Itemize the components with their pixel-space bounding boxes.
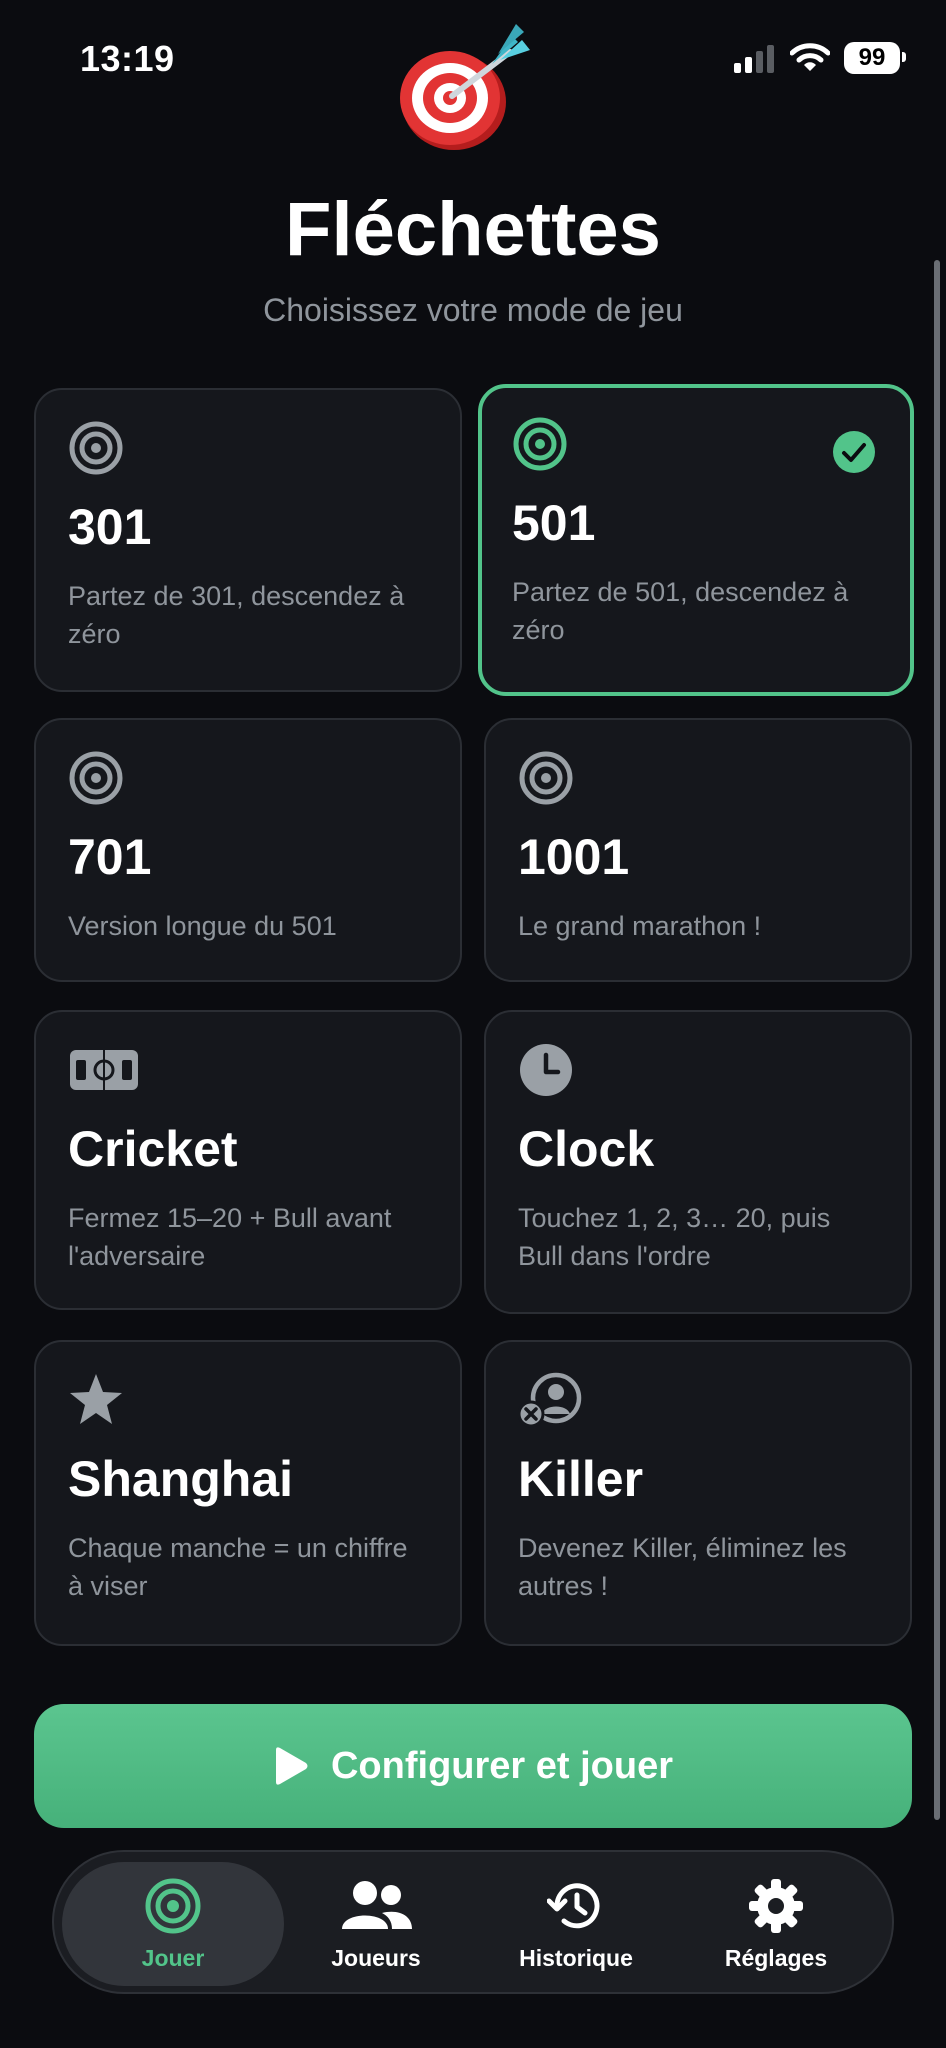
cta-label: Configurer et jouer — [330, 1744, 674, 1787]
mode-card-cricket[interactable]: Cricket Fermez 15–20 + Bull avant l'adve… — [34, 1010, 462, 1310]
mode-card-clock[interactable]: Clock Touchez 1, 2, 3… 20, puis Bull dan… — [484, 1010, 912, 1314]
tab-label: Historique — [519, 1944, 633, 1971]
tab-label: Joueurs — [331, 1944, 421, 1971]
target-icon — [519, 751, 573, 805]
tab-historique[interactable]: Historique — [478, 1862, 674, 1986]
target-icon — [513, 417, 567, 471]
person-x-icon — [518, 1372, 582, 1428]
mode-name: 301 — [68, 499, 152, 555]
mode-description: Chaque manche = un chiffre à viser — [68, 1533, 408, 1601]
mode-description: Touchez 1, 2, 3… 20, puis Bull dans l'or… — [518, 1203, 831, 1271]
wifi-icon — [790, 43, 830, 71]
mode-name: Cricket — [68, 1121, 238, 1177]
tab-joueurs[interactable]: Joueurs — [278, 1862, 474, 1986]
page-subtitle: Choisissez votre mode de jeu — [263, 292, 683, 328]
tab-jouer[interactable]: Jouer — [62, 1862, 284, 1986]
mode-description: Partez de 301, descendez à zéro — [68, 581, 405, 649]
target-icon — [69, 421, 123, 475]
status-time: 13:19 — [80, 38, 175, 79]
gear-icon — [749, 1878, 803, 1933]
star-icon — [70, 1374, 122, 1424]
mode-description: Le grand marathon ! — [518, 911, 762, 941]
mode-name: Killer — [518, 1451, 644, 1507]
clock-icon — [520, 1044, 572, 1096]
mode-card-301[interactable]: 301 Partez de 301, descendez à zéro — [34, 388, 462, 692]
tab-bar: Jouer Joueurs Historique Réglages — [52, 1850, 894, 1994]
mode-name: 701 — [68, 829, 152, 885]
scrollbar[interactable] — [934, 260, 940, 1820]
selected-check-icon — [833, 431, 875, 473]
cricket-field-icon — [70, 1050, 138, 1090]
configure-and-play-button[interactable]: Configurer et jouer — [34, 1704, 912, 1828]
mode-description: Version longue du 501 — [68, 911, 337, 941]
tab-reglages[interactable]: Réglages — [678, 1862, 874, 1986]
dartboard-logo-icon — [400, 24, 530, 150]
cellular-signal-icon — [734, 45, 774, 73]
target-icon — [145, 1878, 201, 1933]
page-title: Fléchettes — [285, 187, 661, 272]
tab-label: Jouer — [141, 1944, 205, 1971]
people-icon — [342, 1880, 412, 1929]
mode-description: Fermez 15–20 + Bull avant l'adversaire — [68, 1203, 392, 1271]
mode-card-killer[interactable]: Killer Devenez Killer, éliminez les autr… — [484, 1340, 912, 1646]
mode-card-701[interactable]: 701 Version longue du 501 — [34, 718, 462, 982]
mode-card-501[interactable]: 501 Partez de 501, descendez à zéro — [478, 384, 914, 696]
history-icon — [547, 1882, 600, 1928]
mode-name: Shanghai — [68, 1451, 294, 1507]
tab-label: Réglages — [724, 1944, 828, 1971]
mode-card-1001[interactable]: 1001 Le grand marathon ! — [484, 718, 912, 982]
mode-description: Devenez Killer, éliminez les autres ! — [518, 1533, 847, 1601]
mode-name: Clock — [518, 1121, 655, 1177]
play-icon — [275, 1747, 308, 1785]
mode-name: 501 — [512, 495, 596, 551]
target-icon — [69, 751, 123, 805]
battery-indicator: 99 — [844, 42, 906, 74]
mode-name: 1001 — [518, 829, 630, 885]
mode-description: Partez de 501, descendez à zéro — [512, 577, 849, 645]
mode-card-shanghai[interactable]: Shanghai Chaque manche = un chiffre à vi… — [34, 1340, 462, 1646]
status-icons: 99 — [734, 42, 906, 74]
